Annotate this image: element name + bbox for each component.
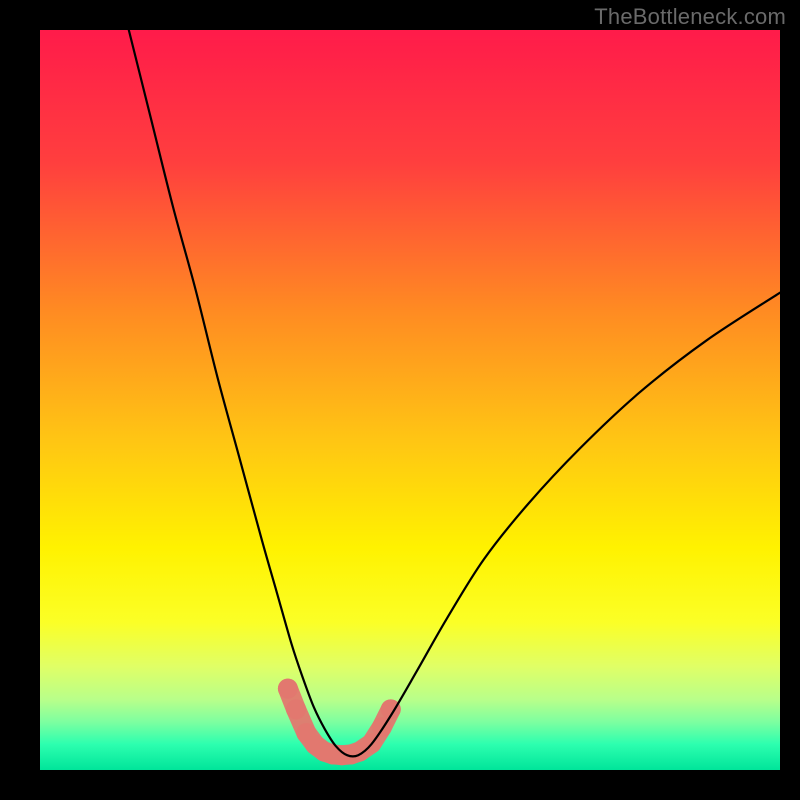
marker-band [278,679,401,766]
watermark-text: TheBottleneck.com [594,4,786,30]
chart-svg [40,30,780,770]
bottleneck-curve [129,30,780,756]
plot-area [40,30,780,770]
frame: TheBottleneck.com [0,0,800,800]
